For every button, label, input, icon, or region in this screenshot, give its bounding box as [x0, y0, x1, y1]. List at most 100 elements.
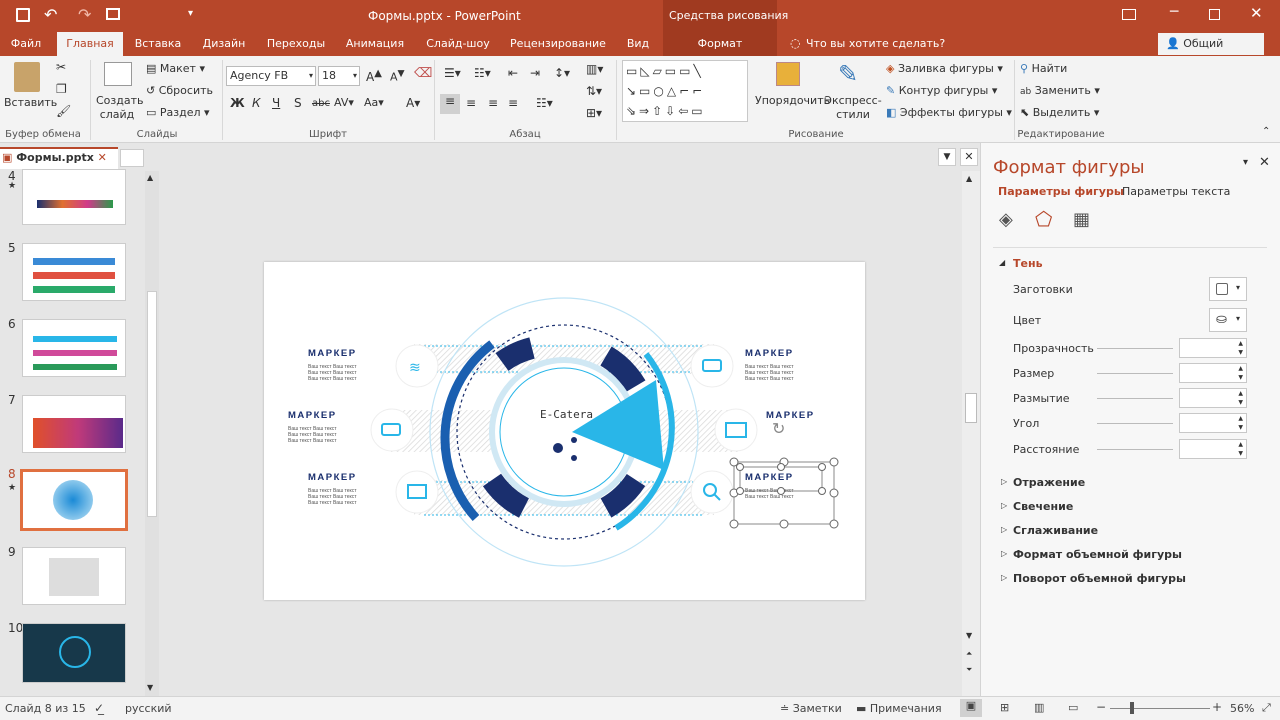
strikethrough-icon[interactable]: abc [312, 98, 330, 109]
quick-styles-icon[interactable]: ✎ [838, 60, 858, 88]
slide-thumbnail-7[interactable] [22, 395, 126, 453]
angle-slider[interactable] [1097, 423, 1173, 424]
paste-icon[interactable] [14, 62, 40, 92]
tab-review[interactable]: Рецензирование [506, 32, 610, 56]
char-spacing-icon[interactable]: AV▾ [334, 96, 354, 109]
fit-slide-icon[interactable]: ⤢ [1262, 701, 1271, 715]
italic-icon[interactable]: К [252, 96, 261, 110]
tab-file[interactable]: Файл [0, 32, 52, 56]
size-spinner[interactable]: ▲ ▼ [1179, 363, 1247, 383]
expand-icon[interactable]: ▷ [1001, 525, 1007, 534]
shadow-section[interactable]: Тень [1013, 257, 1043, 270]
tab-text-options[interactable]: Параметры текста [1122, 185, 1230, 198]
maximize-icon[interactable] [1209, 9, 1220, 20]
angle-spinner[interactable]: ▲ ▼ [1179, 413, 1247, 433]
start-slideshow-icon[interactable] [106, 8, 120, 20]
zoom-level[interactable]: 56% [1230, 702, 1254, 715]
scroll-down-icon[interactable]: ▼ [966, 631, 972, 640]
soft-edges-section[interactable]: Сглаживание [1013, 524, 1098, 537]
slide-thumbnail-10[interactable] [22, 623, 126, 683]
presets-dropdown[interactable]: ▾ [1209, 277, 1247, 301]
scrollbar-thumb[interactable] [965, 393, 977, 423]
zoom-slider-thumb[interactable] [1130, 702, 1134, 714]
increase-indent-icon[interactable]: ⇥ [530, 66, 540, 80]
color-dropdown[interactable]: ⛀ ▾ [1209, 308, 1247, 332]
minimize-icon[interactable]: ─ [1170, 4, 1178, 20]
arrange-button[interactable]: Упорядочить [755, 94, 830, 107]
paste-button[interactable]: Вставить [4, 96, 57, 109]
align-right-icon[interactable]: ≡ [488, 96, 498, 110]
justify-icon[interactable]: ≡ [508, 96, 518, 110]
tell-me-input[interactable]: Что вы хотите сделать? [806, 37, 945, 50]
rotate-handle-icon[interactable]: ↻ [772, 419, 785, 438]
3d-rotation-section[interactable]: Поворот объемной фигуры [1013, 572, 1186, 585]
slide-thumbnail-9[interactable] [22, 547, 126, 605]
slide-thumbnail-6[interactable] [22, 319, 126, 377]
scroll-down-icon[interactable]: ▼ [147, 683, 153, 692]
zoom-out-icon[interactable]: − [1096, 700, 1106, 714]
share-button[interactable]: 👤 Общий доступ [1158, 33, 1264, 72]
spinner-arrows-icon[interactable]: ▲ ▼ [1238, 389, 1243, 407]
slide-thumbnail-5[interactable] [22, 243, 126, 301]
slide-thumbnail-4[interactable] [22, 169, 126, 225]
thumbnails-scrollbar[interactable]: ▲ ▼ [145, 171, 159, 696]
document-tab[interactable]: ▣ Формы.pptx ✕ [0, 147, 118, 169]
spinner-arrows-icon[interactable]: ▲ ▼ [1238, 414, 1243, 432]
close-tab-icon[interactable]: ✕ [98, 151, 107, 164]
previous-slide-icon[interactable]: ⏶ [966, 649, 972, 659]
font-name-combobox[interactable]: Agency FB ▾ [226, 66, 316, 86]
undo-icon[interactable]: ↶ [44, 5, 57, 24]
zoom-slider[interactable] [1110, 708, 1210, 709]
arrange-icon[interactable] [776, 62, 800, 86]
qat-customize-icon[interactable]: ▾ [188, 8, 193, 19]
collapse-ribbon-icon[interactable]: ⌃ [1262, 126, 1270, 137]
close-document-icon[interactable]: ✕ [960, 148, 978, 166]
collapse-shadow-icon[interactable]: ◢ [999, 258, 1005, 267]
spelling-icon[interactable]: ✓̲ [94, 701, 104, 715]
smartart-icon[interactable]: ⊞▾ [586, 106, 602, 120]
redo-icon[interactable]: ↷ [78, 5, 91, 24]
quick-styles-button[interactable]: Экспресс-стили [824, 94, 882, 122]
slide-thumbnail-8[interactable] [20, 469, 128, 531]
slide-canvas[interactable]: E-Catera ≋ МАРКЕР МАРКЕР МАРКЕР МАРКЕР М… [264, 262, 865, 600]
format-painter-icon[interactable]: 🖌 [56, 104, 71, 118]
normal-view-icon[interactable]: ▣ [960, 699, 982, 717]
underline-icon[interactable]: Ч [272, 96, 280, 110]
cut-icon[interactable]: ✂ [56, 60, 66, 74]
close-icon[interactable]: ✕ [1250, 4, 1263, 22]
tab-view[interactable]: Вид [618, 32, 658, 56]
reset-button[interactable]: ↺ Сбросить [146, 84, 213, 97]
slide-indicator[interactable]: Слайд 8 из 15 [5, 702, 86, 715]
size-properties-icon[interactable]: ▦ [1073, 209, 1090, 230]
tab-animation[interactable]: Анимация [340, 32, 410, 56]
tab-design[interactable]: Дизайн [196, 32, 252, 56]
new-slide-icon[interactable] [104, 62, 132, 86]
spinner-arrows-icon[interactable]: ▲ ▼ [1238, 364, 1243, 382]
font-color-icon[interactable]: A▾ [406, 96, 420, 110]
effects-tab-icon[interactable]: ⬠ [1035, 207, 1052, 231]
align-center-icon[interactable]: ≡ [466, 96, 476, 110]
comments-button[interactable]: ▬ Примечания [856, 702, 942, 715]
language-indicator[interactable]: русский [125, 702, 172, 715]
clear-format-icon[interactable]: ⌫ [414, 66, 432, 81]
reflection-section[interactable]: Отражение [1013, 476, 1085, 489]
tab-slideshow[interactable]: Слайд-шоу [420, 32, 496, 56]
columns-icon[interactable]: ▥▾ [586, 62, 603, 76]
change-case-icon[interactable]: Aa▾ [364, 96, 384, 109]
numbering-icon[interactable]: ☷▾ [474, 66, 491, 80]
tab-format[interactable]: Формат [663, 32, 777, 56]
shadow-text-icon[interactable]: S [294, 96, 302, 110]
notes-button[interactable]: ≐ Заметки [780, 702, 842, 715]
line-spacing-icon[interactable]: ↕▾ [554, 66, 570, 80]
shape-fill-button[interactable]: ◈ Заливка фигуры ▾ [886, 62, 1003, 75]
decrease-indent-icon[interactable]: ⇤ [508, 66, 518, 80]
distance-spinner[interactable]: ▲ ▼ [1179, 439, 1247, 459]
next-slide-icon[interactable]: ⏷ [966, 665, 972, 675]
transparency-spinner[interactable]: ▲ ▼ [1179, 338, 1247, 358]
align-left-icon[interactable]: ≡ [440, 94, 460, 114]
decrease-font-icon[interactable]: A▼ [390, 68, 405, 84]
tabs-dropdown-icon[interactable]: ▼ [938, 148, 956, 166]
new-tab-field[interactable] [120, 149, 144, 167]
spinner-arrows-icon[interactable]: ▲ ▼ [1238, 440, 1243, 458]
blur-spinner[interactable]: ▲ ▼ [1179, 388, 1247, 408]
